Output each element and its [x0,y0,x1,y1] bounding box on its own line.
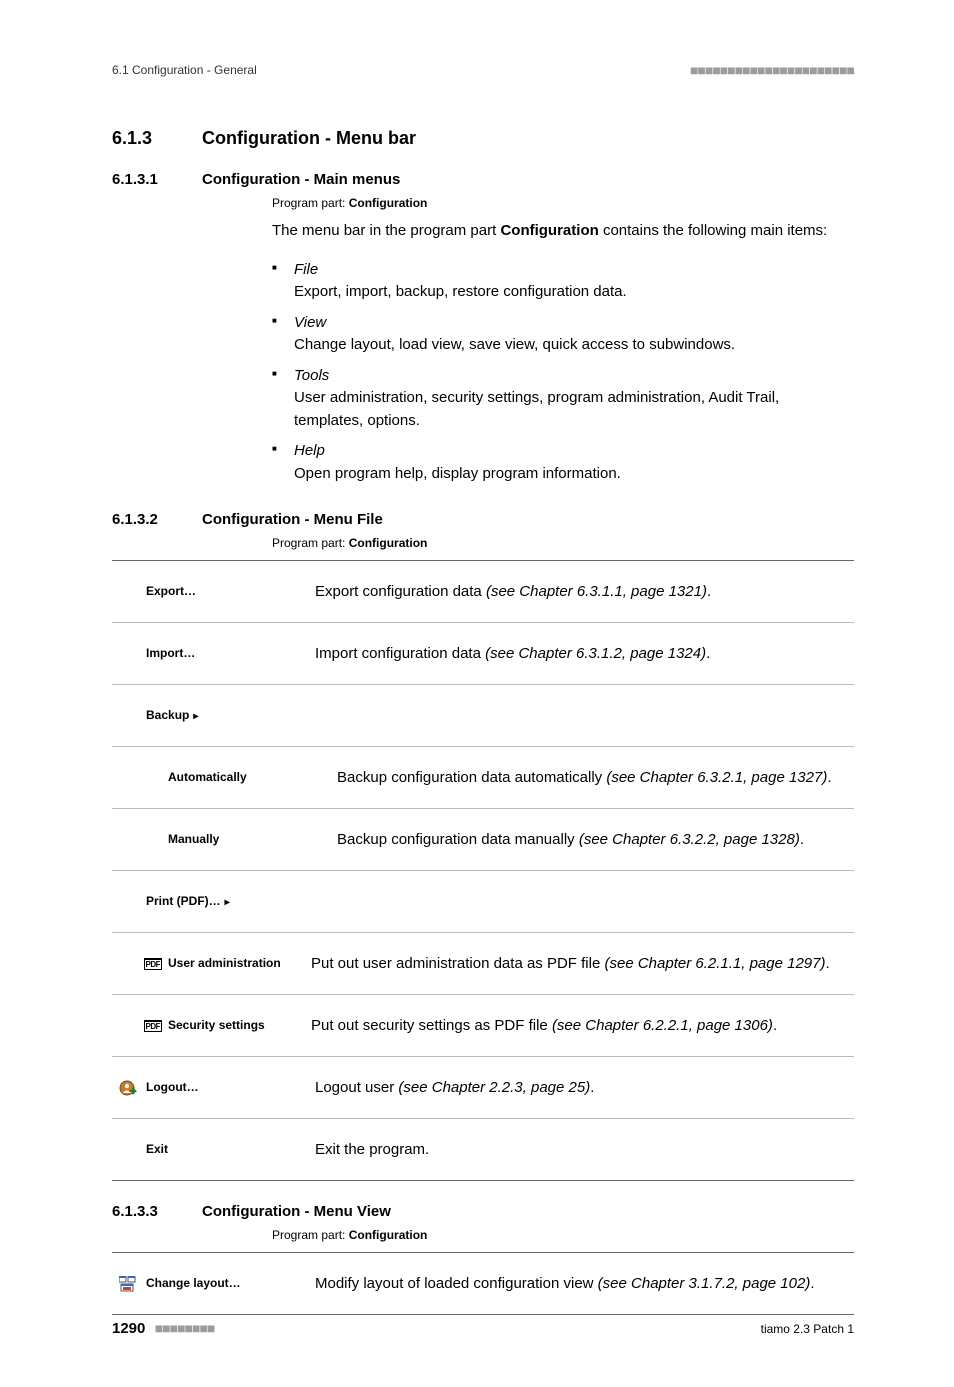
row-change-layout: Change layout… Modify layout of loaded c… [112,1253,854,1314]
program-part-line: Program part: Configuration [272,536,844,550]
menu-desc: Backup configuration data manually (see … [331,831,854,848]
footer-product: tiamo 2.3 Patch 1 [761,1322,854,1336]
row-print-pdf: Print (PDF)… [112,870,854,932]
menu-desc: Put out security settings as PDF file (s… [305,1017,854,1034]
header-dashes: ■■■■■■■■■■■■■■■■■■■■■■ [690,62,854,78]
menu-desc: Put out user administration data as PDF … [305,955,854,972]
heading-6-1-3-1: 6.1.3.1 Configuration - Main menus [112,171,854,188]
menu-item-file: File Export, import, backup, restore con… [272,259,844,304]
section-6-1-3-3-progpart: Program part: Configuration [272,1228,844,1242]
row-logout: Logout… Logout user (see Chapter 2.2.3, … [112,1056,854,1118]
menu-label: Exit [142,1142,309,1158]
pdf-icon: PDF [144,958,163,970]
heading-title: Configuration - Menu View [202,1203,391,1220]
heading-title: Configuration - Menu File [202,511,383,528]
footer-dashes: ■■■■■■■■ [155,1320,215,1336]
menu-label: Backup [142,708,309,724]
row-print-security-settings: PDF Security settings Put out security s… [112,994,854,1056]
menu-label: Security settings [168,1018,305,1034]
section-6-1-3-1-body: Program part: Configuration The menu bar… [272,196,844,485]
menu-item-help: Help Open program help, display program … [272,440,844,485]
menu-item-view: View Change layout, load view, save view… [272,312,844,357]
menu-desc: Exit the program. [309,1141,854,1158]
menu-desc: Logout user (see Chapter 2.2.3, page 25)… [309,1079,854,1096]
menu-label: Logout… [142,1080,309,1096]
row-import: Import… Import configuration data (see C… [112,622,854,684]
menu-label: User administra­tion [168,956,305,972]
main-menu-list: File Export, import, backup, restore con… [272,259,844,486]
row-print-user-administration: PDF User administra­tion Put out user ad… [112,932,854,994]
running-header: 6.1 Configuration - General ■■■■■■■■■■■■… [112,62,854,78]
program-part-line: Program part: Configuration [272,1228,844,1242]
menu-label: Export… [142,584,309,600]
heading-number: 6.1.3 [112,128,202,149]
intro-paragraph: The menu bar in the program part Configu… [272,220,844,243]
menu-label: Automatically [142,770,331,786]
heading-title: Configuration - Main menus [202,171,400,188]
logout-icon [119,1080,135,1096]
row-backup-manually: Manually Backup configuration data manua… [112,808,854,870]
menu-desc: Import configuration data (see Chapter 6… [309,645,854,662]
menu-view-table: Change layout… Modify layout of loaded c… [112,1252,854,1315]
row-export: Export… Export configuration data (see C… [112,561,854,622]
icon-cell: PDF [112,958,168,970]
footer-left: 1290 ■■■■■■■■ [112,1320,214,1337]
page-footer: 1290 ■■■■■■■■ tiamo 2.3 Patch 1 [112,1320,854,1337]
menu-file-table: Export… Export configuration data (see C… [112,560,854,1181]
running-header-left: 6.1 Configuration - General [112,63,257,77]
icon-cell [112,1276,142,1292]
heading-number: 6.1.3.3 [112,1203,202,1220]
pdf-icon: PDF [144,1020,163,1032]
menu-desc: Export configuration data (see Chapter 6… [309,583,854,600]
menu-label: Import… [142,646,309,662]
program-part-line: Program part: Configuration [272,196,844,210]
menu-desc: Backup configuration data automatically … [331,769,854,786]
icon-cell: PDF [112,1020,168,1032]
heading-title: Configuration - Menu bar [202,128,416,149]
layout-icon [119,1276,135,1292]
heading-number: 6.1.3.2 [112,511,202,528]
heading-6-1-3: 6.1.3 Configuration - Menu bar [112,128,854,149]
menu-desc: Modify layout of loaded configuration vi… [309,1275,854,1292]
heading-number: 6.1.3.1 [112,171,202,188]
row-backup-automatically: Automatically Backup configuration data … [112,746,854,808]
menu-item-tools: Tools User administration, security sett… [272,365,844,433]
heading-6-1-3-3: 6.1.3.3 Configuration - Menu View [112,1203,854,1220]
menu-label: Change layout… [142,1276,309,1292]
menu-label: Manually [142,832,331,848]
menu-label: Print (PDF)… [142,894,309,910]
page-number: 1290 [112,1320,145,1337]
page: 6.1 Configuration - General ■■■■■■■■■■■■… [0,0,954,1387]
heading-6-1-3-2: 6.1.3.2 Configuration - Menu File [112,511,854,528]
row-exit: Exit Exit the program. [112,1118,854,1180]
section-6-1-3-2-progpart: Program part: Configuration [272,536,844,550]
icon-cell [112,1080,142,1096]
row-backup: Backup [112,684,854,746]
